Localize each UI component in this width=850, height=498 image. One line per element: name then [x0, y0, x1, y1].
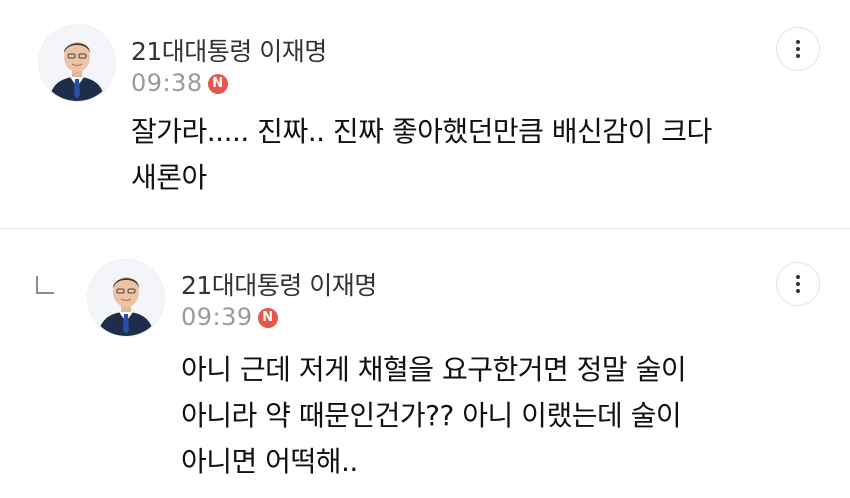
comment-text-line: 아니 근데 저게 채혈을 요구한거면 정말 술이 [181, 353, 687, 386]
new-badge-icon: N [207, 74, 228, 94]
comment-text: 아니 근데 저게 채혈을 요구한거면 정말 술이 아니라 약 때문인건가?? 아… [181, 347, 687, 485]
avatar[interactable] [87, 259, 165, 337]
more-options-button[interactable] [776, 262, 820, 306]
comment-meta: 09:39 N [181, 303, 278, 331]
new-badge-icon: N [257, 308, 278, 328]
comment-time: 09:38 [131, 69, 203, 97]
profile-photo-icon [39, 25, 115, 101]
comment-text-line: 새론아 [131, 161, 207, 194]
comment-author[interactable]: 21대대통령 이재명 [131, 32, 327, 68]
more-options-button[interactable] [776, 27, 820, 71]
comment-meta: 09:38 N [131, 69, 228, 97]
more-vertical-icon [796, 275, 800, 293]
comment-time: 09:39 [181, 303, 253, 331]
comment-text-line: 잘가라..... 진짜.. 진짜 좋아했던만큼 배신감이 크다 [131, 115, 712, 148]
more-vertical-icon [796, 40, 800, 58]
comment-text-line: 아니면 어떡해.. [181, 445, 358, 478]
profile-photo-icon [88, 260, 164, 336]
reply-indent-icon [36, 276, 54, 294]
reply-comment-item: 21대대통령 이재명 09:39 N 아니 근데 저게 채혈을 요구한거면 정말… [0, 229, 850, 498]
comment-text: 잘가라..... 진짜.. 진짜 좋아했던만큼 배신감이 크다 새론아 [131, 109, 712, 201]
comment-text-line: 아니라 약 때문인건가?? 아니 이랬는데 술이 [181, 399, 682, 432]
comment-author[interactable]: 21대대통령 이재명 [181, 266, 377, 302]
avatar[interactable] [38, 24, 116, 102]
comment-item: 21대대통령 이재명 09:38 N 잘가라..... 진짜.. 진짜 좋아했던… [0, 0, 850, 228]
